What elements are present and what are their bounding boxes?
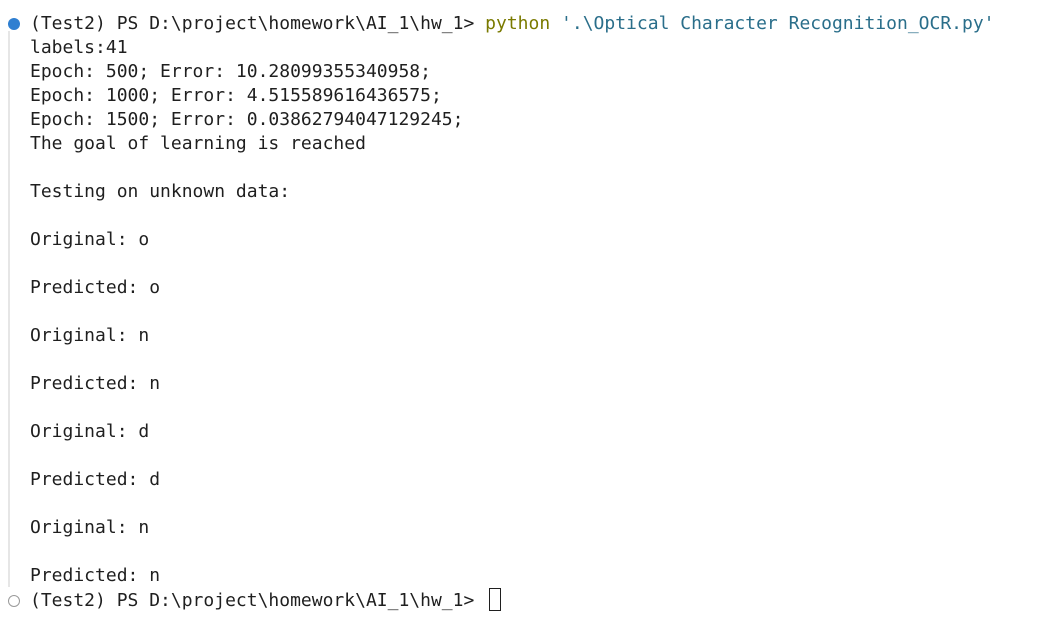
output-line: Predicted: d [30,469,161,490]
output-line: Original: n [30,325,150,346]
output-line: Epoch: 1000; Error: 4.515589616436575; [30,85,442,106]
output-line: The goal of learning is reached [30,133,366,154]
output-line: Original: o [30,229,150,250]
command-text: python [485,13,551,34]
command-success-icon[interactable] [8,18,20,30]
output-line: Original: d [30,421,150,442]
command-line: (Test2) PS D:\project\homework\AI_1\hw_1… [30,12,995,36]
output-line: Predicted: n [30,373,161,394]
prompt-text: (Test2) PS D:\project\homework\AI_1\hw_1… [30,13,486,34]
output-line: labels:41 [30,37,128,58]
output-line: Epoch: 1500; Error: 0.03862794047129245; [30,109,464,130]
output-line: Predicted: o [30,277,161,298]
input-prompt-line[interactable]: (Test2) PS D:\project\homework\AI_1\hw_1… [30,588,502,612]
command-gutter-line [8,31,10,587]
command-pending-icon[interactable] [8,595,20,607]
output-line: Original: n [30,517,150,538]
text-cursor [489,588,502,611]
output-line: Predicted: n [30,565,161,586]
output-line: Testing on unknown data: [30,181,291,202]
output-line: Epoch: 500; Error: 10.28099355340958; [30,61,431,82]
command-argument: '.\Optical Character Recognition_OCR.py' [561,13,995,34]
terminal-panel[interactable]: (Test2) PS D:\project\homework\AI_1\hw_1… [0,0,1037,620]
prompt-text: (Test2) PS D:\project\homework\AI_1\hw_1… [30,590,486,611]
